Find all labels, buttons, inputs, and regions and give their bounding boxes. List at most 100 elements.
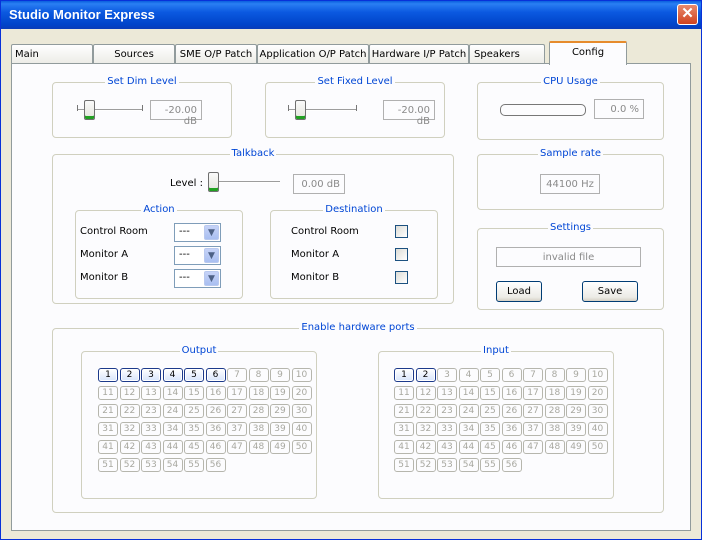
port-toggle-2[interactable]: 2 [119, 368, 140, 382]
port-toggle-30[interactable]: 30 [587, 404, 608, 418]
port-toggle-21[interactable]: 21 [394, 404, 414, 418]
port-toggle-54[interactable]: 54 [162, 458, 183, 472]
port-toggle-40[interactable]: 40 [291, 422, 312, 436]
action-control-room-select[interactable]: --- ▼ [174, 223, 221, 242]
port-toggle-52[interactable]: 52 [415, 458, 436, 472]
port-toggle-27[interactable]: 27 [227, 404, 247, 418]
load-button[interactable]: Load [496, 281, 542, 302]
port-toggle-39[interactable]: 39 [270, 422, 290, 436]
port-toggle-8[interactable]: 8 [544, 368, 565, 382]
port-toggle-37[interactable]: 37 [523, 422, 543, 436]
port-toggle-28[interactable]: 28 [248, 404, 269, 418]
port-toggle-48[interactable]: 48 [544, 440, 565, 454]
port-toggle-28[interactable]: 28 [544, 404, 565, 418]
port-toggle-56[interactable]: 56 [501, 458, 522, 472]
port-toggle-55[interactable]: 55 [480, 458, 500, 472]
port-toggle-31[interactable]: 31 [98, 422, 118, 436]
chevron-down-icon[interactable]: ▼ [204, 248, 219, 263]
port-toggle-14[interactable]: 14 [162, 386, 183, 400]
port-toggle-10[interactable]: 10 [587, 368, 608, 382]
port-toggle-8[interactable]: 8 [248, 368, 269, 382]
port-toggle-22[interactable]: 22 [119, 404, 140, 418]
port-toggle-11[interactable]: 11 [98, 386, 118, 400]
port-toggle-45[interactable]: 45 [480, 440, 500, 454]
port-toggle-6[interactable]: 6 [501, 368, 522, 382]
close-button[interactable]: ✕ [677, 4, 698, 25]
port-toggle-22[interactable]: 22 [415, 404, 436, 418]
port-toggle-56[interactable]: 56 [205, 458, 226, 472]
port-toggle-42[interactable]: 42 [119, 440, 140, 454]
port-toggle-34[interactable]: 34 [458, 422, 479, 436]
port-toggle-41[interactable]: 41 [394, 440, 414, 454]
port-toggle-38[interactable]: 38 [544, 422, 565, 436]
port-toggle-39[interactable]: 39 [566, 422, 586, 436]
port-toggle-7[interactable]: 7 [523, 368, 543, 382]
tab-application-op-patch[interactable]: Application O/P Patch [257, 44, 369, 64]
port-toggle-5[interactable]: 5 [480, 368, 500, 382]
port-toggle-6[interactable]: 6 [205, 368, 226, 382]
port-toggle-52[interactable]: 52 [119, 458, 140, 472]
port-toggle-45[interactable]: 45 [184, 440, 204, 454]
port-toggle-54[interactable]: 54 [458, 458, 479, 472]
tab-speakers[interactable]: Speakers [469, 44, 545, 64]
port-toggle-21[interactable]: 21 [98, 404, 118, 418]
port-toggle-7[interactable]: 7 [227, 368, 247, 382]
port-toggle-55[interactable]: 55 [184, 458, 204, 472]
port-toggle-46[interactable]: 46 [501, 440, 522, 454]
port-toggle-50[interactable]: 50 [291, 440, 312, 454]
port-toggle-13[interactable]: 13 [141, 386, 161, 400]
dim-level-slider-thumb[interactable] [83, 100, 95, 120]
port-toggle-5[interactable]: 5 [184, 368, 204, 382]
tab-config[interactable]: Config [549, 41, 627, 65]
tab-hardware-ip-patch[interactable]: Hardware I/P Patch [369, 44, 469, 64]
port-toggle-1[interactable]: 1 [98, 368, 118, 382]
port-toggle-47[interactable]: 47 [523, 440, 543, 454]
port-toggle-27[interactable]: 27 [523, 404, 543, 418]
port-toggle-48[interactable]: 48 [248, 440, 269, 454]
port-toggle-36[interactable]: 36 [501, 422, 522, 436]
port-toggle-19[interactable]: 19 [566, 386, 586, 400]
port-toggle-26[interactable]: 26 [205, 404, 226, 418]
port-toggle-15[interactable]: 15 [480, 386, 500, 400]
tab-sources[interactable]: Sources [93, 44, 175, 64]
port-toggle-20[interactable]: 20 [291, 386, 312, 400]
port-toggle-18[interactable]: 18 [248, 386, 269, 400]
port-toggle-35[interactable]: 35 [480, 422, 500, 436]
port-toggle-33[interactable]: 33 [437, 422, 457, 436]
port-toggle-23[interactable]: 23 [437, 404, 457, 418]
port-toggle-53[interactable]: 53 [141, 458, 161, 472]
talkback-level-slider-thumb[interactable] [208, 172, 219, 192]
port-toggle-19[interactable]: 19 [270, 386, 290, 400]
port-toggle-3[interactable]: 3 [141, 368, 161, 382]
port-toggle-12[interactable]: 12 [119, 386, 140, 400]
port-toggle-40[interactable]: 40 [587, 422, 608, 436]
port-toggle-9[interactable]: 9 [566, 368, 586, 382]
port-toggle-15[interactable]: 15 [184, 386, 204, 400]
port-toggle-32[interactable]: 32 [119, 422, 140, 436]
port-toggle-31[interactable]: 31 [394, 422, 414, 436]
port-toggle-37[interactable]: 37 [227, 422, 247, 436]
port-toggle-13[interactable]: 13 [437, 386, 457, 400]
port-toggle-29[interactable]: 29 [566, 404, 586, 418]
port-toggle-1[interactable]: 1 [394, 368, 414, 382]
tab-main[interactable]: Main [11, 44, 93, 64]
port-toggle-10[interactable]: 10 [291, 368, 312, 382]
port-toggle-50[interactable]: 50 [587, 440, 608, 454]
port-toggle-36[interactable]: 36 [205, 422, 226, 436]
port-toggle-33[interactable]: 33 [141, 422, 161, 436]
chevron-down-icon[interactable]: ▼ [204, 225, 219, 240]
port-toggle-46[interactable]: 46 [205, 440, 226, 454]
port-toggle-16[interactable]: 16 [501, 386, 522, 400]
port-toggle-34[interactable]: 34 [162, 422, 183, 436]
port-toggle-17[interactable]: 17 [523, 386, 543, 400]
save-button[interactable]: Save [582, 281, 638, 302]
port-toggle-30[interactable]: 30 [291, 404, 312, 418]
port-toggle-51[interactable]: 51 [98, 458, 118, 472]
port-toggle-9[interactable]: 9 [270, 368, 290, 382]
port-toggle-44[interactable]: 44 [162, 440, 183, 454]
port-toggle-49[interactable]: 49 [270, 440, 290, 454]
destination-monitor-a-checkbox[interactable] [395, 248, 408, 261]
port-toggle-24[interactable]: 24 [162, 404, 183, 418]
port-toggle-35[interactable]: 35 [184, 422, 204, 436]
port-toggle-14[interactable]: 14 [458, 386, 479, 400]
